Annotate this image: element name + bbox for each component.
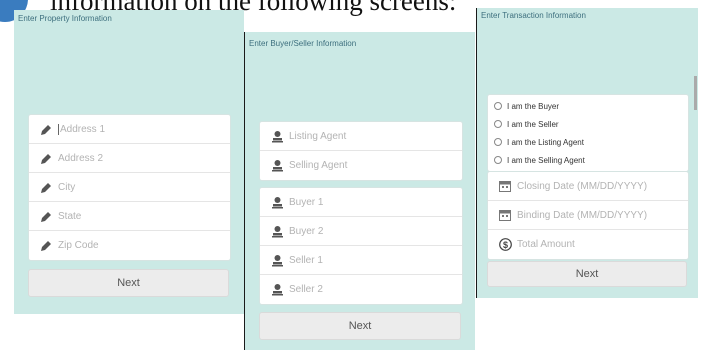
buyer-seller-screen: Enter Buyer/Seller Information Listing A…	[245, 32, 475, 350]
svg-text:$: $	[502, 240, 507, 250]
zip-field[interactable]	[29, 231, 230, 260]
dollar-icon: $	[498, 238, 512, 252]
transaction-screen-title: Enter Transaction Information	[481, 11, 586, 20]
selling-agent-placeholder: Selling Agent	[289, 160, 348, 171]
text-caret	[58, 123, 59, 135]
role-buyer-label: I am the Buyer	[507, 101, 560, 111]
radio-button[interactable]	[494, 120, 502, 128]
role-selling-agent-option[interactable]: I am the Selling Agent	[488, 151, 688, 169]
address2-input[interactable]	[58, 152, 228, 164]
binding-date-placeholder: Binding Date (MM/DD/YYYY)	[517, 209, 648, 221]
radio-button[interactable]	[494, 156, 502, 164]
role-seller-option[interactable]: I am the Seller	[488, 115, 688, 133]
calendar-icon	[498, 179, 512, 193]
transaction-next-button[interactable]: Next	[487, 261, 687, 287]
pencil-icon	[39, 209, 53, 223]
buyer1-placeholder: Buyer 1	[289, 196, 324, 208]
person-icon	[270, 129, 284, 143]
property-screen-title: Enter Property Information	[18, 14, 112, 23]
property-next-button[interactable]: Next	[28, 269, 229, 297]
person-icon	[270, 253, 284, 267]
pencil-icon	[39, 151, 53, 165]
address1-input[interactable]	[60, 123, 230, 135]
radio-button[interactable]	[494, 138, 502, 146]
pencil-icon	[39, 180, 53, 194]
calendar-icon	[498, 208, 512, 222]
buyer2-placeholder: Buyer 2	[289, 225, 324, 237]
total-amount-placeholder: Total Amount	[517, 239, 575, 250]
scrollbar[interactable]	[694, 76, 697, 110]
person-icon	[270, 159, 284, 173]
seller1-placeholder: Seller 1	[289, 254, 323, 266]
property-screen: Enter Property Information Address 1 Add…	[14, 10, 244, 314]
transaction-fields: Closing Date (MM/DD/YYYY) Binding Date (…	[487, 171, 689, 260]
role-listing-agent-label: I am the Listing Agent	[507, 137, 584, 147]
person-icon	[270, 195, 284, 209]
zip-input[interactable]	[58, 240, 228, 251]
role-seller-label: I am the Seller	[507, 119, 559, 129]
listing-agent-placeholder: Listing Agent	[289, 130, 347, 142]
party-fields: Buyer 1 Buyer 2 Seller 1 Seller 2	[259, 187, 463, 305]
listing-agent-field[interactable]: Listing Agent	[260, 122, 462, 151]
closing-date-field[interactable]: Closing Date (MM/DD/YYYY)	[488, 172, 688, 201]
city-input[interactable]	[58, 181, 228, 193]
total-amount-field[interactable]: $ Total Amount	[488, 230, 688, 259]
buyer1-field[interactable]: Buyer 1	[260, 188, 462, 217]
city-field[interactable]	[29, 173, 230, 202]
closing-date-placeholder: Closing Date (MM/DD/YYYY)	[517, 180, 648, 192]
property-fields	[28, 114, 231, 261]
agent-fields: Listing Agent Selling Agent	[259, 121, 463, 181]
transaction-screen: Enter Transaction Information I am the B…	[477, 8, 698, 298]
binding-date-field[interactable]: Binding Date (MM/DD/YYYY)	[488, 201, 688, 230]
seller2-field[interactable]: Seller 2	[260, 275, 462, 304]
role-radio-group: I am the Buyer I am the Seller I am the …	[487, 94, 689, 172]
pencil-icon	[39, 239, 53, 253]
person-icon	[270, 224, 284, 238]
person-icon	[270, 283, 284, 297]
selling-agent-field[interactable]: Selling Agent	[260, 151, 462, 180]
address2-field[interactable]	[29, 144, 230, 173]
seller2-placeholder: Seller 2	[289, 284, 323, 295]
address1-field[interactable]	[29, 115, 230, 144]
role-buyer-option[interactable]: I am the Buyer	[488, 97, 688, 115]
buyer-seller-next-button[interactable]: Next	[259, 312, 461, 340]
role-selling-agent-label: I am the Selling Agent	[507, 155, 585, 165]
role-listing-agent-option[interactable]: I am the Listing Agent	[488, 133, 688, 151]
seller1-field[interactable]: Seller 1	[260, 246, 462, 275]
state-input[interactable]	[58, 210, 228, 222]
state-field[interactable]	[29, 202, 230, 231]
buyer2-field[interactable]: Buyer 2	[260, 217, 462, 246]
radio-button[interactable]	[494, 102, 502, 110]
buyer-seller-screen-title: Enter Buyer/Seller Information	[249, 39, 357, 48]
pencil-icon	[39, 122, 53, 136]
